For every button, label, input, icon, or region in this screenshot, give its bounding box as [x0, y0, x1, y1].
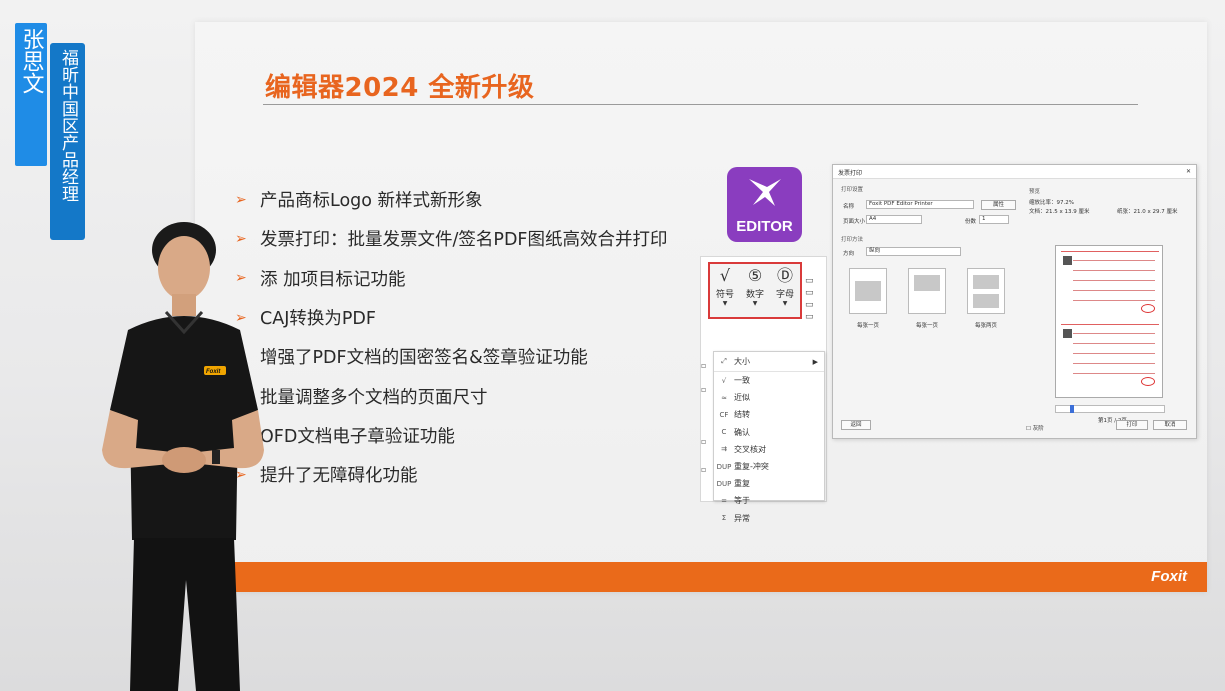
- back-button[interactable]: 返回: [841, 420, 871, 430]
- symbols-panel: √ 符号 ▼ ⑤ 数字 ▼ Ⓓ 字母 ▼ ▭ ▭ ▭ ▭ ▫ ▫ ▫ ▫ ⤢大小…: [700, 256, 827, 502]
- approx-icon: ≈: [714, 394, 734, 402]
- duplicate-icon: DUP: [714, 480, 734, 488]
- symbol-button[interactable]: √ 符号 ▼: [711, 265, 739, 307]
- slide-footer-bar: Foxit: [195, 562, 1207, 592]
- foxit-logo: Foxit: [1151, 568, 1187, 585]
- background-fragment-icon: ▫: [701, 385, 706, 394]
- comment-icon: ▭: [805, 299, 814, 311]
- caret-down-icon: ▼: [711, 300, 739, 307]
- copies-stepper[interactable]: 1: [979, 215, 1009, 224]
- direction-select[interactable]: 纵向: [866, 247, 961, 256]
- preview-slider[interactable]: [1055, 405, 1165, 413]
- menu-item[interactable]: ⇉交叉核对: [714, 441, 824, 458]
- resize-icon: ⤢: [714, 357, 734, 366]
- feature-item: ➢提升了无障碍化功能: [235, 455, 668, 494]
- presenter-figure: Foxit: [88, 220, 278, 691]
- presentation-slide: 编辑器2024 全新升级 ➢产品商标Logo 新样式新形象 ➢发票打印：批量发票…: [195, 22, 1207, 592]
- feature-item: ➢产品商标Logo 新样式新形象: [235, 180, 668, 219]
- sigma-icon: Σ: [714, 514, 734, 522]
- invoice-print-dialog: 发票打印 ✕ 打印设置 名称 Foxit PDF Editor Printer …: [832, 164, 1197, 439]
- slider-handle[interactable]: [1070, 405, 1074, 413]
- background-fragment-icon: ▫: [701, 437, 706, 446]
- editor-logo: EDITOR: [727, 167, 802, 242]
- feature-item: ➢批量调整多个文档的页面尺寸: [235, 376, 668, 415]
- print-preview: [1055, 245, 1163, 398]
- background-fragment-icon: ▫: [701, 465, 706, 474]
- speaker-title-tag: 福昕中国区产品经理: [50, 43, 85, 240]
- printer-select[interactable]: Foxit PDF Editor Printer: [866, 200, 974, 209]
- letter-button[interactable]: Ⓓ 字母 ▼: [771, 265, 799, 307]
- cross-check-icon: ⇉: [714, 445, 734, 453]
- qr-code-icon: [1063, 256, 1072, 265]
- menu-item[interactable]: DUP重复: [714, 475, 824, 492]
- menu-item[interactable]: √一致: [714, 372, 824, 389]
- equals-icon: =: [714, 497, 734, 505]
- comment-icon: ▭: [805, 311, 814, 323]
- print-button[interactable]: 打印: [1116, 420, 1148, 430]
- qr-code-icon: [1063, 329, 1072, 338]
- duplicate-conflict-icon: DUP: [714, 463, 734, 471]
- foxit-mark-icon: [745, 175, 785, 209]
- invoice-thumbnail: [1061, 324, 1159, 392]
- submenu-arrow-icon: ▶: [813, 358, 818, 366]
- feature-item: ➢添 加项目标记功能: [235, 259, 668, 298]
- invoice-thumbnail: [1061, 251, 1159, 319]
- close-icon[interactable]: ✕: [1186, 168, 1191, 175]
- menu-item[interactable]: =等于: [714, 492, 824, 509]
- seal-icon: [1141, 377, 1155, 386]
- confirm-icon: C: [714, 428, 734, 436]
- title-divider: [263, 104, 1138, 105]
- feature-item: ➢增强了PDF文档的国密签名&签章验证功能: [235, 337, 668, 376]
- layout-option[interactable]: [849, 268, 887, 314]
- feature-item: ➢CAJ转换为PDF: [235, 298, 668, 337]
- svg-text:Foxit: Foxit: [206, 369, 221, 375]
- caret-down-icon: ▼: [741, 300, 769, 307]
- layout-option[interactable]: [967, 268, 1005, 314]
- carry-forward-icon: CF: [714, 411, 734, 419]
- cancel-button[interactable]: 取消: [1153, 420, 1187, 430]
- seal-icon: [1141, 304, 1155, 313]
- page-size-select[interactable]: A4: [866, 215, 922, 224]
- symbol-dropdown-menu: ⤢大小▶ √一致 ≈近似 CF结转 C确认 ⇉交叉核对 DUP重复-冲突 DUP…: [713, 351, 825, 501]
- layout-option[interactable]: [908, 268, 946, 314]
- arrow-icon: ➢: [235, 192, 260, 208]
- menu-item[interactable]: CF结转: [714, 406, 824, 423]
- menu-item[interactable]: Σ异常: [714, 510, 824, 527]
- feature-list: ➢产品商标Logo 新样式新形象 ➢发票打印：批量发票文件/签名PDF图纸高效合…: [235, 180, 668, 494]
- grayscale-checkbox[interactable]: ☐ 灰阶: [1026, 424, 1044, 432]
- menu-item[interactable]: ≈近似: [714, 389, 824, 406]
- document-icon: ▭: [805, 275, 814, 287]
- menu-item[interactable]: DUP重复-冲突: [714, 458, 824, 475]
- comment-icon: ▭: [805, 287, 814, 299]
- check-icon: √: [714, 377, 734, 385]
- feature-item: ➢OFD文档电子章验证功能: [235, 416, 668, 455]
- menu-item[interactable]: C确认: [714, 424, 824, 441]
- properties-button[interactable]: 属性: [981, 200, 1016, 210]
- toolbar-side-icons: ▭ ▭ ▭ ▭: [805, 275, 814, 323]
- feature-item: ➢发票打印：批量发票文件/签名PDF图纸高效合并打印: [235, 219, 668, 258]
- number-button[interactable]: ⑤ 数字 ▼: [741, 265, 769, 307]
- dialog-titlebar: 发票打印 ✕: [833, 165, 1196, 179]
- caret-down-icon: ▼: [771, 300, 799, 307]
- background-fragment-icon: ▫: [701, 361, 706, 370]
- speaker-name-tag: 张思文: [15, 23, 47, 166]
- menu-item-size[interactable]: ⤢大小▶: [714, 352, 824, 372]
- slide-title: 编辑器2024 全新升级: [265, 67, 534, 104]
